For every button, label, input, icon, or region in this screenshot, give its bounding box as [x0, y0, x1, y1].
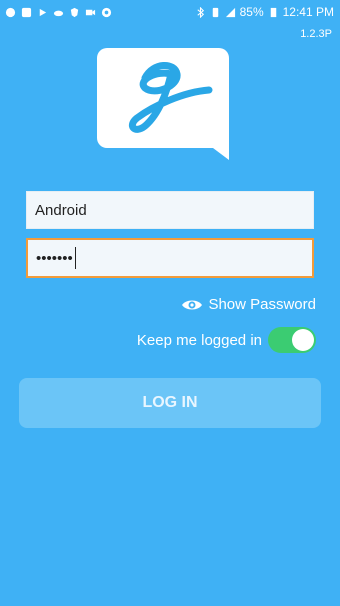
battery-icon — [270, 7, 276, 17]
username-field[interactable]: Android — [26, 191, 314, 229]
cloud-icon — [53, 10, 64, 16]
app-logo — [97, 48, 229, 160]
toggle-knob — [292, 329, 314, 351]
text-cursor — [74, 247, 76, 269]
app-icon — [101, 7, 112, 17]
clock: 12:41 PM — [282, 5, 334, 19]
video-icon — [85, 9, 96, 15]
system-icons: 85% 12:41 PM — [195, 5, 340, 19]
show-password-button[interactable]: Show Password — [181, 296, 316, 313]
app-version: 1.2.3P — [300, 28, 332, 40]
username-value: Android — [35, 201, 87, 219]
keep-logged-in-toggle[interactable] — [268, 327, 316, 353]
chat-bubble-icon — [5, 7, 16, 17]
eye-icon — [182, 300, 203, 309]
play-icon — [39, 8, 47, 16]
password-value: ••••••• — [36, 249, 73, 267]
show-password-label: Show Password — [208, 296, 316, 313]
password-field[interactable]: ••••••• — [26, 238, 314, 278]
signal-icon — [225, 7, 235, 17]
status-bar: 85% 12:41 PM — [0, 0, 340, 24]
linkedin-icon — [21, 7, 32, 17]
keep-logged-in-row: Keep me logged in — [137, 327, 316, 353]
login-button[interactable]: LOG IN — [19, 378, 321, 428]
bluetooth-icon — [196, 6, 204, 18]
shield-icon — [70, 7, 79, 17]
notification-icons — [0, 7, 112, 18]
vibrate-icon — [212, 7, 218, 17]
battery-percent: 85% — [239, 5, 264, 19]
keep-logged-in-label: Keep me logged in — [136, 331, 262, 349]
